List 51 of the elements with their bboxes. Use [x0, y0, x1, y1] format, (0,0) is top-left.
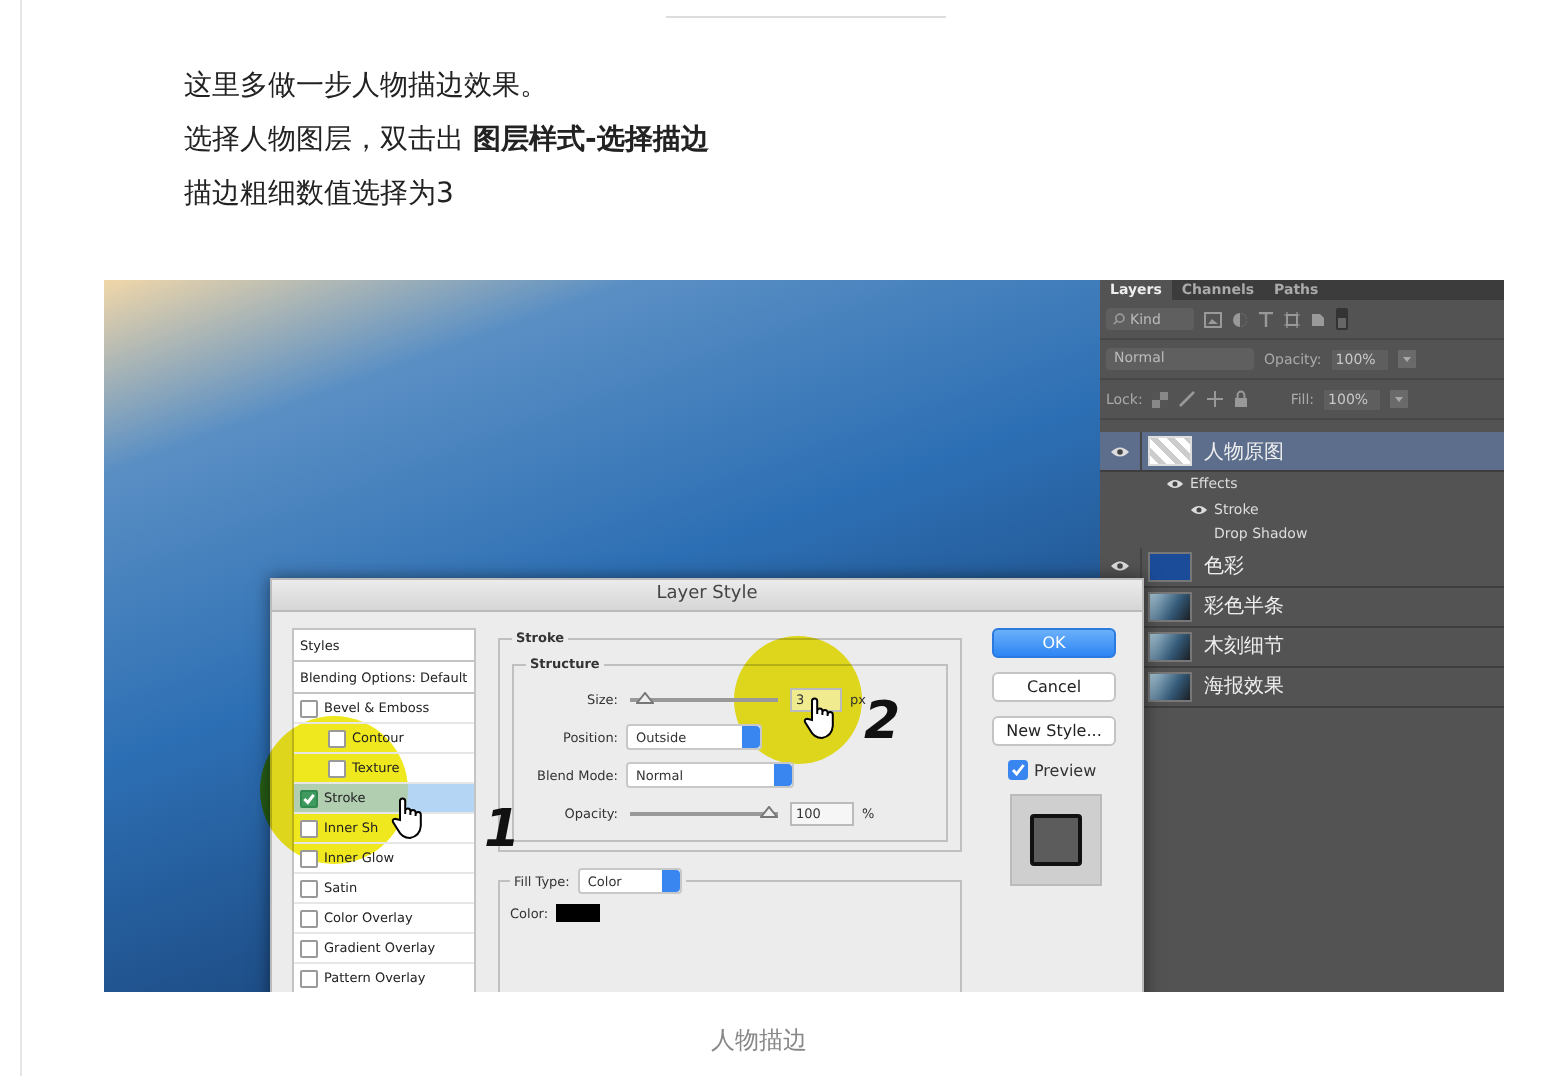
caret-icon[interactable] — [1390, 390, 1409, 408]
step-number: 2 — [864, 696, 901, 748]
picture-icon[interactable] — [1204, 311, 1222, 327]
search-icon — [1112, 312, 1126, 326]
checkbox[interactable] — [300, 939, 318, 957]
layer-row[interactable]: 人物原图 — [1100, 432, 1504, 472]
toggle-icon[interactable] — [1336, 308, 1348, 330]
checkbox[interactable] — [300, 699, 318, 717]
slider-handle[interactable] — [636, 692, 655, 704]
hand-cursor-icon — [802, 696, 838, 740]
eye-icon[interactable] — [1166, 478, 1184, 491]
image-caption: 人物描边 — [709, 1024, 809, 1058]
layer-thumbnail — [1148, 436, 1192, 466]
eye-icon[interactable] — [1110, 445, 1130, 457]
layer-name: 人物原图 — [1204, 439, 1284, 465]
step-number: 1 — [484, 804, 521, 856]
opacity-slider[interactable] — [630, 806, 778, 820]
layer-name: 海报效果 — [1204, 673, 1284, 700]
eye-icon[interactable] — [1110, 560, 1130, 572]
layer-name: 色彩 — [1204, 554, 1244, 580]
brush-icon[interactable] — [1178, 390, 1197, 408]
checkbox[interactable] — [300, 909, 318, 927]
style-preview — [1010, 794, 1102, 886]
slider-handle[interactable] — [760, 806, 778, 818]
checkbox[interactable] — [300, 879, 318, 897]
checkbox[interactable] — [300, 969, 318, 987]
lock-icon[interactable] — [1234, 390, 1249, 408]
layer-thumbnail — [1148, 671, 1192, 701]
dialog-title: Layer Style — [272, 580, 1142, 612]
paragraph: 选择人物图层，双击出 图层样式-选择描边 — [184, 122, 709, 160]
type-tool-icon[interactable] — [1258, 311, 1274, 327]
layer-thumbnail — [1148, 551, 1192, 581]
preview-label: Preview — [1034, 761, 1097, 779]
dialog-button[interactable]: Cancel — [992, 672, 1116, 702]
half-circle-icon[interactable] — [1232, 311, 1248, 327]
hand-cursor-icon — [390, 796, 426, 840]
dialog-button[interactable]: New Style... — [992, 716, 1116, 746]
layer-thumbnail — [1148, 631, 1192, 661]
layer-name: 彩色半条 — [1204, 593, 1284, 620]
layer-thumbnail — [1148, 591, 1192, 621]
checkbox[interactable] — [300, 789, 318, 807]
transform-square-icon[interactable] — [1284, 311, 1300, 327]
layer-name: 木刻细节 — [1204, 633, 1284, 660]
page-icon[interactable] — [1310, 311, 1326, 327]
move-icon[interactable] — [1206, 390, 1225, 408]
paragraph: 这里多做一步人物描边效果。 — [184, 68, 548, 106]
eye-icon[interactable] — [1190, 503, 1208, 516]
checkbox[interactable] — [1008, 760, 1028, 780]
caret-icon[interactable] — [1397, 350, 1416, 368]
color-swatch[interactable] — [556, 904, 601, 922]
paragraph: 描边粗细数值选择为3 — [184, 176, 454, 214]
